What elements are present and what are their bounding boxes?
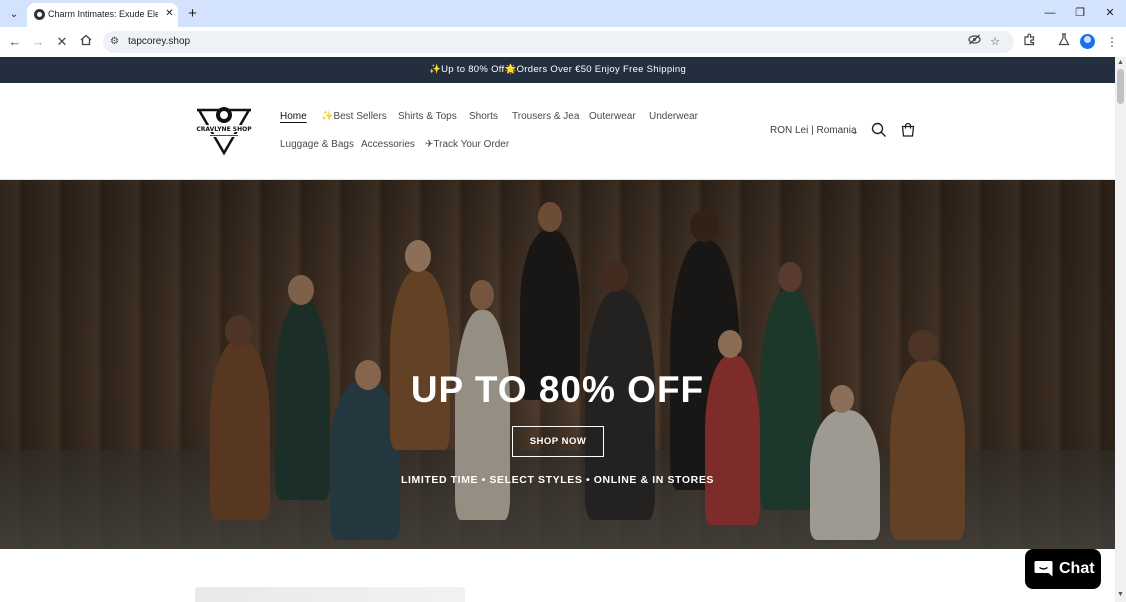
tab-title: Charm Intimates: Exude Elegance bbox=[48, 9, 158, 19]
more-menu-icon[interactable]: ⋮ bbox=[1102, 32, 1122, 52]
home-icon[interactable] bbox=[76, 32, 96, 52]
minimize-icon[interactable]: — bbox=[1040, 4, 1060, 22]
svg-text:CRAVLYNE SHOP: CRAVLYNE SHOP bbox=[196, 126, 252, 133]
address-bar[interactable]: ⚙ tapcorey.shop ☆ bbox=[103, 31, 1014, 53]
hero-heading: UP TO 80% OFF bbox=[410, 369, 705, 410]
cart-icon[interactable] bbox=[899, 121, 917, 139]
section-heading-partial bbox=[195, 587, 465, 602]
chat-bubble-icon bbox=[1034, 560, 1053, 577]
chat-label: Chat bbox=[1059, 560, 1095, 577]
web-page: ✨Up to 80% Off🌟Orders Over €50 Enjoy Fre… bbox=[0, 57, 1115, 602]
announcement-bar: ✨Up to 80% Off🌟Orders Over €50 Enjoy Fre… bbox=[0, 57, 1115, 83]
nav-best-sellers[interactable]: ✨Best Sellers bbox=[321, 110, 387, 124]
nav-accessories[interactable]: Accessories bbox=[361, 138, 415, 152]
brand-logo[interactable]: CRAVLYNE SHOP bbox=[193, 104, 255, 156]
page-scrollbar[interactable]: ▲ ▼ bbox=[1115, 57, 1126, 602]
site-header: CRAVLYNE SHOP Home ✨Best Sellers Shirts … bbox=[0, 83, 1115, 180]
back-icon[interactable]: ← bbox=[5, 32, 25, 52]
chevron-down-icon[interactable]: ⌄ bbox=[851, 124, 859, 138]
nav-track-order[interactable]: ✈Track Your Order bbox=[425, 138, 509, 152]
scroll-down-icon[interactable]: ▼ bbox=[1115, 591, 1126, 599]
nav-trousers-jeans[interactable]: Trousers & Jea bbox=[512, 110, 579, 124]
url-text: tapcorey.shop bbox=[128, 36, 191, 47]
forward-icon[interactable]: → bbox=[28, 32, 48, 52]
shop-now-button[interactable]: SHOP NOW bbox=[512, 426, 604, 457]
scroll-up-icon[interactable]: ▲ bbox=[1115, 59, 1126, 67]
extensions-icon[interactable] bbox=[1019, 32, 1039, 52]
nav-shirts-tops[interactable]: Shirts & Tops bbox=[398, 110, 457, 124]
country-selector[interactable]: RON Lei | Romania bbox=[770, 124, 857, 138]
hero-overlay bbox=[0, 180, 1115, 549]
next-section bbox=[0, 549, 1115, 602]
nav-underwear[interactable]: Underwear bbox=[649, 110, 698, 124]
profile-avatar[interactable] bbox=[1080, 34, 1095, 49]
browser-toolbar: ← → ✕ ⚙ tapcorey.shop ☆ ⋮ bbox=[0, 27, 1126, 57]
bookmark-star-icon[interactable]: ☆ bbox=[987, 34, 1003, 50]
hero-banner: UP TO 80% OFF SHOP NOW LIMITED TIME • SE… bbox=[0, 180, 1115, 549]
browser-tabbar: ⌄ Charm Intimates: Exude Elegance ✕ + — … bbox=[0, 0, 1126, 27]
close-window-icon[interactable]: ✕ bbox=[1100, 4, 1120, 22]
nav-outerwear[interactable]: Outerwear bbox=[589, 110, 636, 124]
site-favicon-icon bbox=[34, 9, 45, 20]
scroll-thumb[interactable] bbox=[1117, 69, 1124, 104]
nav-home[interactable]: Home bbox=[280, 110, 307, 124]
eye-off-icon[interactable] bbox=[966, 34, 982, 50]
plus-icon[interactable]: + bbox=[184, 5, 201, 22]
nav-luggage-bags[interactable]: Luggage & Bags bbox=[280, 138, 354, 152]
search-icon[interactable] bbox=[870, 121, 888, 139]
chat-button[interactable]: Chat bbox=[1025, 549, 1101, 589]
close-tab-icon[interactable]: ✕ bbox=[163, 7, 176, 20]
restore-icon[interactable]: ❐ bbox=[1070, 4, 1090, 22]
labs-flask-icon[interactable] bbox=[1054, 32, 1074, 52]
hero-subtext: LIMITED TIME • SELECT STYLES • ONLINE & … bbox=[400, 474, 715, 486]
stop-loading-icon[interactable]: ✕ bbox=[52, 32, 72, 52]
browser-tab[interactable]: Charm Intimates: Exude Elegance ✕ bbox=[27, 3, 178, 27]
site-info-icon[interactable]: ⚙ bbox=[110, 35, 122, 49]
nav-shorts[interactable]: Shorts bbox=[469, 110, 498, 124]
tab-search-icon[interactable]: ⌄ bbox=[4, 4, 24, 24]
